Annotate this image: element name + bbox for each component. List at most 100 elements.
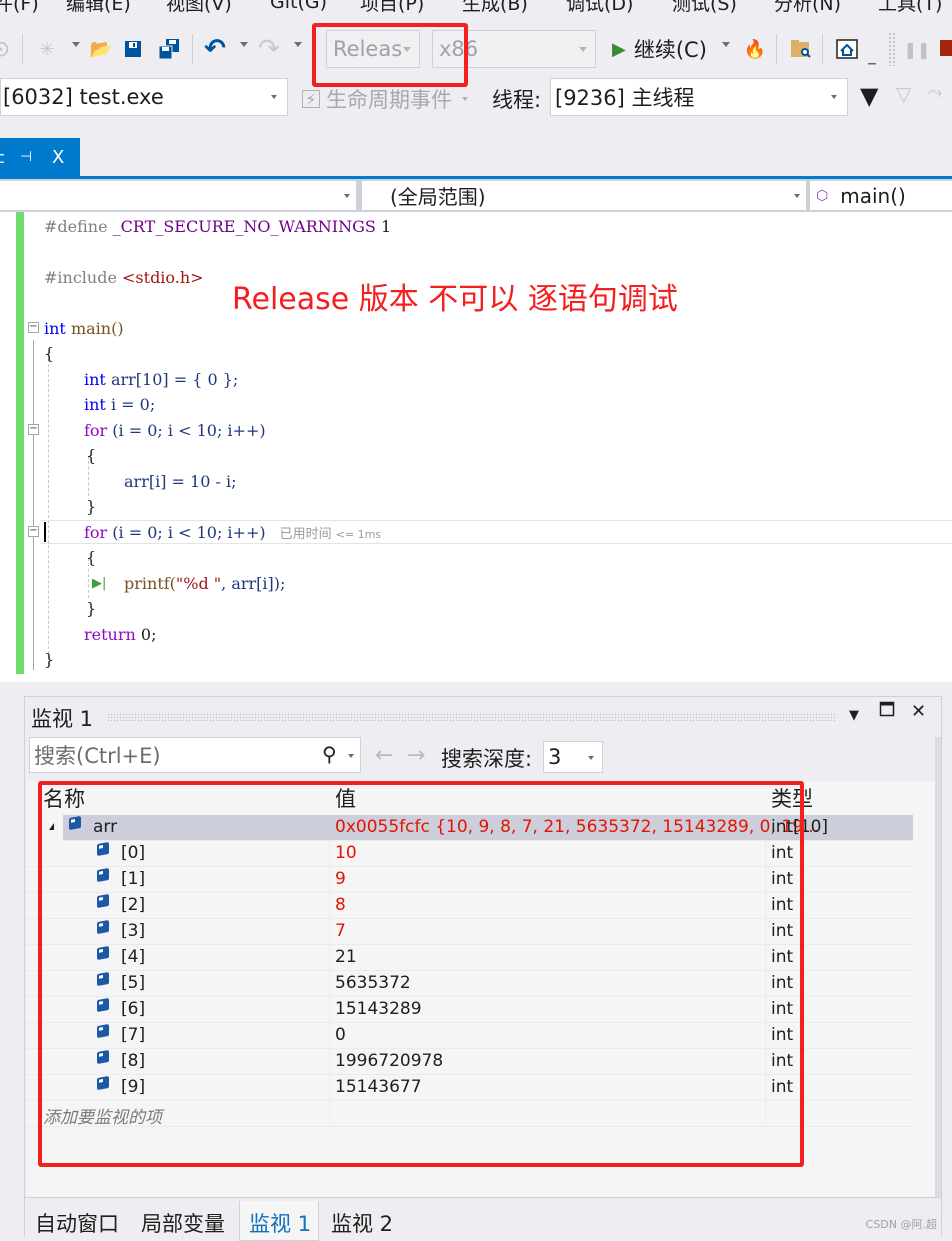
member-combo[interactable]: ⬡ main(): [810, 181, 952, 210]
code-line-9: for (i = 0; i < 10; i++): [84, 419, 266, 443]
watch-row[interactable]: [4] 21 int: [27, 945, 913, 971]
continue-dropdown[interactable]: [722, 42, 730, 47]
menu-view[interactable]: 视图(V): [166, 0, 232, 16]
solution-platform-combo[interactable]: x86: [432, 30, 596, 68]
search-next-icon[interactable]: →: [407, 743, 425, 768]
tab-watch-1[interactable]: 监视 1: [249, 1208, 311, 1238]
undo-dropdown[interactable]: [240, 42, 248, 47]
menu-project[interactable]: 项目(P): [360, 0, 424, 16]
watch-search-input[interactable]: 搜索(Ctrl+E) ⚲: [29, 737, 361, 773]
search-depth-combo[interactable]: 3: [543, 741, 603, 773]
collapse-arrow-icon[interactable]: [49, 823, 54, 830]
column-header-value[interactable]: 值: [335, 783, 356, 813]
watch-name: [3]: [121, 921, 146, 941]
filter-icon[interactable]: ▼: [860, 82, 878, 110]
menu-file[interactable]: 件(F): [0, 0, 39, 16]
play-icon: ▶: [612, 38, 626, 60]
toolbar-overflow-icon[interactable]: ▁: [868, 54, 876, 65]
pin-icon[interactable]: ⊣: [20, 149, 32, 165]
watch-row[interactable]: [2] 8 int: [27, 893, 913, 919]
tab-watch-2[interactable]: 监视 2: [331, 1208, 393, 1238]
menu-analyze[interactable]: 分析(N): [774, 0, 841, 16]
chevron-down-icon: [794, 194, 800, 198]
menu-git[interactable]: Git(G): [270, 0, 327, 13]
chevron-down-icon: [588, 756, 594, 760]
save-icon[interactable]: [120, 36, 146, 62]
new-item-icon[interactable]: ✳: [34, 36, 60, 62]
close-icon[interactable]: ✕: [911, 701, 926, 722]
platform-value: x86: [439, 37, 479, 61]
collapse-main-icon[interactable]: −: [28, 322, 39, 333]
watch-row[interactable]: [7] 0 int: [27, 1023, 913, 1049]
pause-icon[interactable]: ❚❚: [904, 36, 931, 62]
watch-row[interactable]: [8] 1996720978 int: [27, 1049, 913, 1075]
thread-combo[interactable]: [9236] 主线程: [550, 78, 848, 116]
code-editor[interactable]: − − − #define _CRT_SECURE_NO_WARNINGS 1 …: [0, 212, 952, 682]
redo-icon[interactable]: ↷: [256, 34, 282, 64]
stop-icon[interactable]: [940, 40, 952, 56]
redo-dropdown[interactable]: [294, 42, 302, 47]
watch-row[interactable]: [0] 10 int: [27, 841, 913, 867]
column-header-type[interactable]: 类型: [771, 783, 813, 813]
code-line-15: printf("%d ", arr[i]);: [124, 572, 285, 596]
tab-locals[interactable]: 局部变量: [141, 1208, 225, 1238]
watch-type: int: [771, 869, 794, 889]
column-header-name[interactable]: 名称: [43, 783, 85, 813]
tab-name-fragment: c: [0, 147, 5, 167]
undo-icon[interactable]: ↶: [202, 34, 228, 64]
continue-button[interactable]: ▶ 继续(C): [612, 34, 707, 64]
filter-flag-icon[interactable]: ▽: [896, 82, 911, 106]
save-all-icon[interactable]: [156, 36, 182, 62]
document-tab-active[interactable]: c ⊣ X: [0, 138, 80, 176]
toolbar-separator: [22, 34, 23, 64]
code-line-8: int i = 0;: [84, 393, 155, 417]
keyword: int: [44, 319, 66, 338]
collapse-for2-icon[interactable]: −: [28, 526, 39, 537]
maximize-icon[interactable]: [879, 701, 895, 722]
watch-row[interactable]: [9] 15143677 int: [27, 1075, 913, 1101]
find-in-files-icon[interactable]: [788, 36, 814, 62]
variable-icon: [97, 867, 109, 883]
vertical-scrollbar[interactable]: [935, 737, 941, 1207]
project-combo[interactable]: [0, 181, 356, 210]
window-menu-dropdown-icon[interactable]: ▼: [849, 708, 859, 723]
scope-combo[interactable]: (全局范围): [362, 181, 806, 210]
menu-debug[interactable]: 调试(D): [566, 0, 633, 16]
search-previous-icon[interactable]: ←: [375, 743, 393, 768]
solution-configuration-combo[interactable]: Releas: [326, 30, 420, 68]
open-folder-icon[interactable]: 📂: [88, 36, 114, 62]
tab-autos[interactable]: 自动窗口: [35, 1208, 119, 1238]
process-combo[interactable]: [6032] test.exe: [0, 78, 288, 116]
watch-row-root[interactable]: arr 0x0055fcfc {10, 9, 8, 7, 21, 5635372…: [49, 815, 913, 841]
home-window-icon[interactable]: [834, 36, 860, 62]
parallel-stacks-icon[interactable]: ⤳: [928, 82, 942, 103]
menu-edit[interactable]: 编辑(E): [66, 0, 131, 16]
watch-row[interactable]: [5] 5635372 int: [27, 971, 913, 997]
chevron-down-icon: [831, 95, 837, 99]
collapse-for1-icon[interactable]: −: [28, 424, 39, 435]
watch-row[interactable]: [6] 15143289 int: [27, 997, 913, 1023]
watch-value: 5635372: [335, 973, 411, 993]
function-call: printf(: [124, 574, 176, 593]
watch-row[interactable]: [1] 9 int: [27, 867, 913, 893]
close-icon[interactable]: X: [52, 147, 64, 168]
tool-window-tabs: 自动窗口 局部变量 监视 1 监视 2 CSDN @阿.超: [25, 1197, 941, 1241]
window-drag-grip[interactable]: [107, 713, 837, 721]
watch-name: arr: [93, 817, 118, 837]
statement: , arr[i]);: [221, 574, 286, 593]
hot-reload-icon[interactable]: 🔥: [742, 36, 768, 62]
new-item-dropdown[interactable]: [72, 42, 80, 47]
menu-tools[interactable]: 工具(T): [878, 0, 942, 16]
search-options-dropdown[interactable]: [348, 754, 354, 758]
run-to-click-icon[interactable]: ▶|: [92, 576, 106, 591]
search-icon[interactable]: ⚲: [322, 742, 337, 766]
menu-build[interactable]: 生成(B): [462, 0, 528, 16]
toolbar-grip[interactable]: [888, 32, 896, 66]
forward-nav-icon[interactable]: ⊙: [0, 36, 14, 62]
watch-row[interactable]: [3] 7 int: [27, 919, 913, 945]
watch-value: 8: [335, 895, 346, 915]
watch-add-item-row[interactable]: 添加要监视的项: [27, 1101, 913, 1128]
lifecycle-events-button[interactable]: ⚡ 生命周期事件: [302, 84, 468, 114]
perf-tip[interactable]: 已用时间 <= 1ms: [280, 527, 382, 542]
menu-test[interactable]: 测试(S): [672, 0, 737, 16]
